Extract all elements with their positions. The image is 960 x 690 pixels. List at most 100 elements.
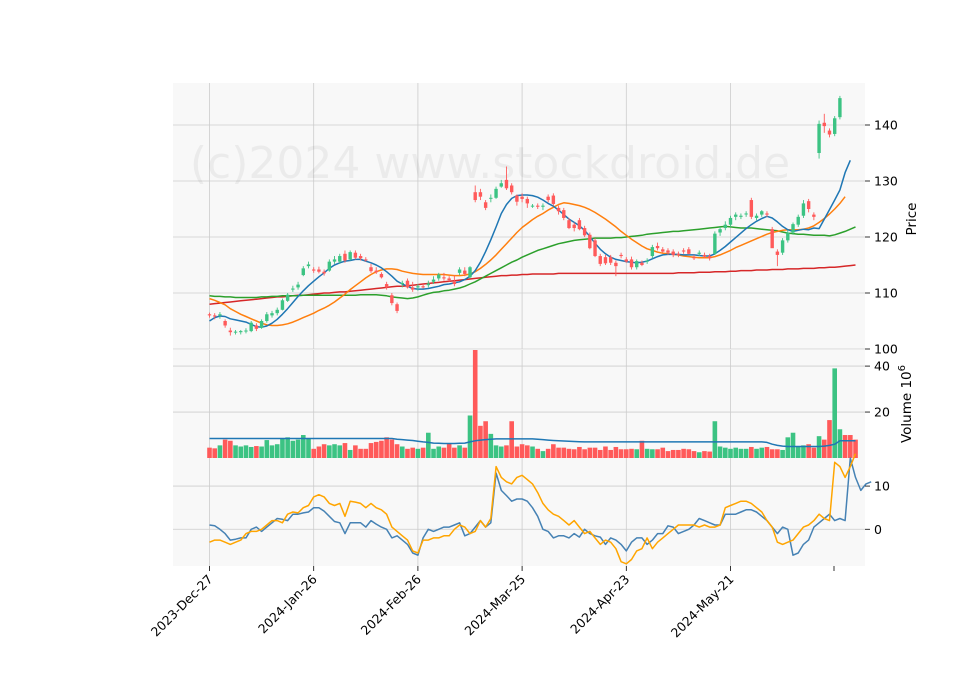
volume-bar bbox=[441, 447, 447, 458]
volume-bar bbox=[650, 449, 655, 458]
candle-body bbox=[301, 268, 305, 276]
candle-body bbox=[723, 224, 727, 229]
candle-body bbox=[770, 229, 774, 249]
volume-bar bbox=[733, 447, 739, 458]
candle-body bbox=[249, 322, 253, 332]
candle-body bbox=[223, 321, 227, 326]
candle-body bbox=[676, 253, 681, 255]
candle-body bbox=[306, 264, 311, 267]
volume-bar bbox=[629, 448, 634, 458]
candle-body bbox=[833, 118, 837, 134]
volume-bar bbox=[821, 439, 827, 458]
y-tick-label: 0 bbox=[874, 522, 882, 537]
volume-bar bbox=[618, 449, 624, 458]
volume-bar bbox=[217, 445, 223, 458]
y-tick-label: 100 bbox=[874, 342, 898, 357]
candle-body bbox=[384, 284, 389, 288]
candle-body bbox=[702, 254, 707, 257]
candle-body bbox=[421, 286, 425, 288]
volume-bar bbox=[556, 447, 561, 458]
candle-body bbox=[494, 188, 498, 198]
volume-bar bbox=[738, 448, 744, 458]
candle-body bbox=[452, 281, 457, 285]
candle-body bbox=[734, 214, 738, 217]
volume-bar bbox=[274, 444, 280, 458]
volume-bar bbox=[399, 446, 405, 458]
volume-bar bbox=[248, 446, 254, 458]
candle-body bbox=[728, 217, 733, 225]
candle-body bbox=[556, 207, 561, 212]
candle-body bbox=[332, 259, 337, 262]
candle-body bbox=[478, 192, 483, 197]
volume-bar bbox=[243, 445, 249, 458]
candle-body bbox=[671, 251, 675, 255]
candle-body bbox=[379, 273, 384, 278]
candle-body bbox=[640, 262, 644, 265]
candle-body bbox=[661, 249, 665, 252]
volume-bar bbox=[702, 451, 707, 458]
volume-bar bbox=[525, 445, 530, 458]
volume-bar bbox=[848, 435, 853, 458]
volume-bar bbox=[394, 444, 400, 458]
candle-body bbox=[562, 210, 566, 218]
candle-body bbox=[244, 330, 248, 332]
volume-bar bbox=[634, 449, 640, 458]
y-tick-label: 110 bbox=[874, 286, 898, 301]
volume-bar bbox=[363, 448, 369, 458]
volume-bar bbox=[285, 437, 290, 458]
candle-body bbox=[515, 195, 519, 202]
candle-body bbox=[338, 256, 342, 262]
candle-body bbox=[551, 195, 556, 204]
candle-body bbox=[499, 183, 503, 187]
volume-axis-exponent: 6 bbox=[897, 365, 908, 371]
volume-bar bbox=[827, 420, 832, 458]
volume-bar bbox=[478, 425, 483, 458]
candle-body bbox=[395, 304, 399, 311]
candle-body bbox=[801, 203, 806, 216]
oscillator-axis-ticks: 0 10 bbox=[865, 479, 890, 537]
volume-bar bbox=[811, 447, 817, 458]
y-tick-label: 40 bbox=[874, 359, 890, 374]
volume-bar bbox=[311, 448, 316, 458]
volume-bar bbox=[415, 448, 421, 458]
candle-body bbox=[697, 252, 701, 254]
candle-body bbox=[390, 295, 394, 304]
candle-body bbox=[504, 179, 509, 189]
volume-bar bbox=[238, 446, 244, 458]
volume-bar bbox=[228, 440, 233, 458]
x-tick-label: 2024-Feb-26 bbox=[358, 571, 424, 637]
volume-bar bbox=[728, 448, 733, 458]
candle-body bbox=[416, 286, 420, 288]
candle-body bbox=[431, 279, 436, 282]
volume-bar bbox=[316, 446, 322, 458]
candle-body bbox=[666, 250, 670, 253]
volume-bar bbox=[269, 445, 275, 458]
volume-bar bbox=[446, 443, 452, 458]
candle-body bbox=[806, 201, 811, 209]
candle-body bbox=[749, 200, 754, 217]
date-axis-ticks: 2023-Dec-27 2024-Jan-26 2024-Feb-26 2024-Ma… bbox=[148, 566, 835, 640]
candle-body bbox=[239, 331, 243, 333]
candle-body bbox=[635, 261, 639, 268]
volume-axis-ticks: 2040 bbox=[865, 359, 890, 420]
volume-bar bbox=[488, 433, 494, 458]
volume-bar bbox=[368, 443, 374, 458]
candle-body bbox=[775, 251, 780, 255]
candle-body bbox=[489, 197, 493, 199]
candle-body bbox=[718, 229, 722, 233]
candle-body bbox=[838, 98, 842, 118]
candle-body bbox=[374, 270, 378, 273]
candle-body bbox=[364, 259, 368, 261]
candle-body bbox=[275, 309, 279, 314]
volume-bar bbox=[337, 445, 343, 458]
volume-bar bbox=[342, 443, 348, 458]
candle-body bbox=[817, 123, 821, 153]
candle-body bbox=[280, 300, 285, 310]
candle-body bbox=[426, 283, 431, 286]
candle-body bbox=[572, 224, 576, 229]
candle-body bbox=[285, 294, 290, 301]
volume-bar bbox=[426, 432, 431, 458]
stock-chart: (c)2024 www.stockdroid.de 10011012013014… bbox=[148, 83, 920, 640]
candle-body bbox=[254, 325, 259, 329]
volume-bar bbox=[212, 448, 218, 458]
